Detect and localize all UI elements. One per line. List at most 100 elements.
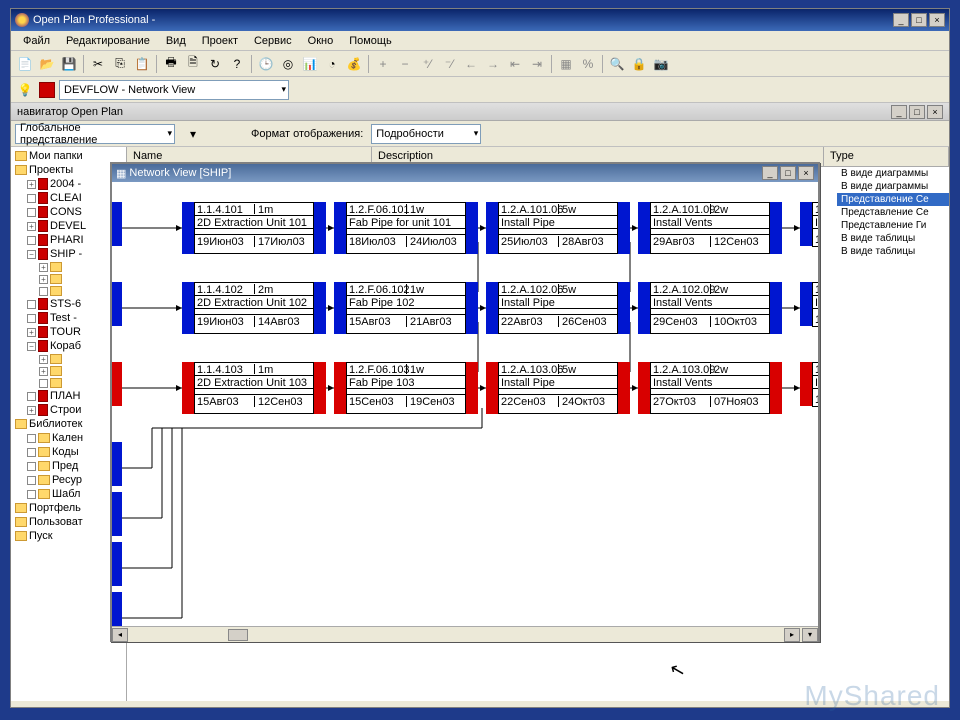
network-view-window[interactable]: ▦ Network View [SHIP] _ □ × 1.1.4.1011m2… (110, 162, 820, 642)
plus-icon[interactable]: + (373, 54, 393, 74)
restore-button[interactable]: □ (911, 13, 927, 27)
network-canvas[interactable]: 1.1.4.1011m2D Extraction Unit 10119Июн03… (112, 182, 818, 626)
minimize-button[interactable]: _ (893, 13, 909, 27)
dblleft-icon[interactable]: ⇤ (505, 54, 525, 74)
expand-icon[interactable] (27, 448, 36, 457)
tree-item[interactable]: Портфель (13, 501, 124, 515)
type-item[interactable]: В виде таблицы (837, 232, 949, 245)
network-node[interactable] (112, 592, 122, 626)
network-node[interactable]: 1.1.4.1011m2D Extraction Unit 10119Июн03… (182, 202, 326, 254)
type-item[interactable]: Представление Ги (837, 219, 949, 232)
close-button[interactable]: × (929, 13, 945, 27)
menu-Проект[interactable]: Проект (196, 33, 244, 49)
menu-Помощь[interactable]: Помощь (343, 33, 398, 49)
right-icon[interactable]: → (483, 54, 503, 74)
expand-icon[interactable]: + (39, 275, 48, 284)
network-node[interactable] (112, 202, 122, 246)
tree-item[interactable]: ПЛАН (13, 389, 124, 403)
paste-icon[interactable]: 📋 (132, 54, 152, 74)
net-max-button[interactable]: □ (780, 166, 796, 180)
tree-item[interactable]: Test - (13, 311, 124, 325)
tree-item[interactable]: CONS (13, 205, 124, 219)
zoom-icon[interactable]: 🔍 (607, 54, 627, 74)
tree-item[interactable]: −Кораб (13, 339, 124, 353)
currency-icon[interactable]: 💰 (344, 54, 364, 74)
tree-item[interactable]: Проекты (13, 163, 124, 177)
network-node[interactable]: 1.2.A.103.092wInstall Vents27Окт0307Ноя0… (638, 362, 782, 414)
scroll-thumb[interactable] (228, 629, 248, 641)
tree-item[interactable]: STS-6 (13, 297, 124, 311)
expand-icon[interactable] (27, 314, 36, 323)
tree-item[interactable]: Пуск (13, 529, 124, 543)
expand-icon[interactable] (27, 208, 36, 217)
network-title-bar[interactable]: ▦ Network View [SHIP] _ □ × (112, 164, 818, 182)
tree-item[interactable]: Ресур (13, 473, 124, 487)
representation-select[interactable]: Глобальное представление (15, 124, 175, 144)
expand-icon[interactable]: + (39, 355, 48, 364)
tool-icon[interactable]: ▾ (183, 124, 203, 144)
expand-icon[interactable] (27, 236, 36, 245)
type-item[interactable]: Представление Се (837, 206, 949, 219)
nav-min-button[interactable]: _ (891, 105, 907, 119)
nav-close-button[interactable]: × (927, 105, 943, 119)
tree-item[interactable]: CLEAI (13, 191, 124, 205)
dblright-icon[interactable]: ⇥ (527, 54, 547, 74)
scroll-right-button[interactable]: ▸ (784, 628, 800, 642)
network-node[interactable] (112, 362, 122, 406)
expand-icon[interactable]: + (27, 180, 36, 189)
cut-icon[interactable]: ✂ (88, 54, 108, 74)
tree-item[interactable]: Шабл (13, 487, 124, 501)
network-node[interactable]: 1.1.4.1031m2D Extraction Unit 10315Авг03… (182, 362, 326, 414)
menu-Окно[interactable]: Окно (302, 33, 340, 49)
tree-item[interactable]: Кален (13, 431, 124, 445)
col-type[interactable]: Type (824, 147, 949, 166)
tree-item[interactable]: +2004 - (13, 177, 124, 191)
network-node[interactable]: 1.2.A.102.092wInstall Vents29Сен0310Окт0… (638, 282, 782, 334)
left-icon[interactable]: ← (461, 54, 481, 74)
chart-icon[interactable]: 📊 (300, 54, 320, 74)
horizontal-scrollbar[interactable]: ◂ ▸ ▾ (112, 626, 818, 642)
tree-item[interactable]: PHARI (13, 233, 124, 247)
save-icon[interactable]: 💾 (59, 54, 79, 74)
tree-item[interactable]: +Строи (13, 403, 124, 417)
expand-icon[interactable] (39, 287, 48, 296)
menu-Сервис[interactable]: Сервис (248, 33, 298, 49)
camera-icon[interactable]: 📷 (651, 54, 671, 74)
tree-item[interactable] (13, 285, 124, 297)
clock-icon[interactable]: 🕒 (256, 54, 276, 74)
expand-icon[interactable]: + (27, 406, 36, 415)
tree-item[interactable]: + (13, 261, 124, 273)
tree-item[interactable]: +TOUR (13, 325, 124, 339)
tree-item[interactable]: Коды (13, 445, 124, 459)
network-node[interactable] (112, 542, 122, 586)
expand-icon[interactable] (27, 476, 36, 485)
print-icon[interactable]: 🖶 (161, 54, 181, 74)
network-node[interactable]: 1.2.A.102.065wInstall Pipe22Авг0326Сен03 (486, 282, 630, 334)
help-icon[interactable]: ? (227, 54, 247, 74)
expand-icon[interactable] (27, 194, 36, 203)
nav-max-button[interactable]: □ (909, 105, 925, 119)
expand-icon[interactable] (27, 462, 36, 471)
minus-icon[interactable]: − (395, 54, 415, 74)
refresh-icon[interactable]: ↻ (205, 54, 225, 74)
expand-icon[interactable]: + (27, 328, 36, 337)
scroll-down-button[interactable]: ▾ (802, 628, 818, 642)
tree-item[interactable]: −SHIP - (13, 247, 124, 261)
menu-Файл[interactable]: Файл (17, 33, 56, 49)
tree-item[interactable]: Библиотек (13, 417, 124, 431)
tree-item[interactable]: Мои папки (13, 149, 124, 163)
format-select[interactable]: Подробности (371, 124, 481, 144)
percent-icon[interactable]: % (578, 54, 598, 74)
network-node[interactable]: 1.2.F.06.1011wFab Pipe for unit 10118Июл… (334, 202, 478, 254)
tree-item[interactable]: + (13, 353, 124, 365)
menu-Редактирование[interactable]: Редактирование (60, 33, 156, 49)
target-icon[interactable]: ◎ (278, 54, 298, 74)
network-node[interactable]: 1.1.4.1022m2D Extraction Unit 10219Июн03… (182, 282, 326, 334)
plus2-icon[interactable]: ⁺⁄ (417, 54, 437, 74)
expand-icon[interactable]: + (39, 263, 48, 272)
view-select[interactable]: DEVFLOW - Network View (59, 80, 289, 100)
network-node[interactable] (112, 282, 122, 326)
network-node[interactable]: 1.2.A.103.065wInstall Pipe22Сен0324Окт03 (486, 362, 630, 414)
type-item[interactable]: В виде таблицы (837, 245, 949, 258)
tree-item[interactable]: + (13, 273, 124, 285)
